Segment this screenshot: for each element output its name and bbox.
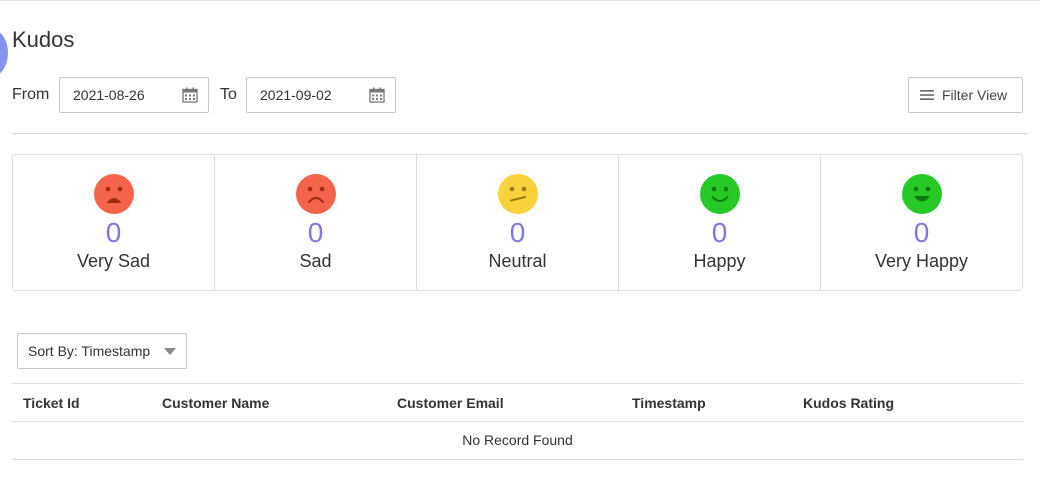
rating-count: 0 bbox=[711, 217, 728, 248]
column-header-ticket-id[interactable]: Ticket Id bbox=[23, 395, 80, 411]
column-header-customer-name[interactable]: Customer Name bbox=[162, 395, 269, 411]
date-filter-row: From 2021-08-26 To 2021-09-02 Filter Vie… bbox=[12, 77, 1023, 113]
rating-count: 0 bbox=[307, 217, 324, 248]
very-sad-face-icon bbox=[93, 174, 134, 214]
page-title: Kudos bbox=[12, 27, 75, 52]
rating-card-very-sad: 0 Very Sad bbox=[13, 155, 214, 290]
calendar-icon[interactable] bbox=[182, 87, 198, 103]
empty-state-message: No Record Found bbox=[462, 432, 573, 448]
rating-card-neutral: 0 Neutral bbox=[416, 155, 618, 290]
rating-count: 0 bbox=[913, 217, 930, 248]
happy-face-icon bbox=[699, 174, 740, 214]
hamburger-icon bbox=[920, 90, 934, 100]
rating-card-happy: 0 Happy bbox=[618, 155, 820, 290]
rating-summary-cards: 0 Very Sad 0 Sad 0 Neutral 0 Happy 0 Ver… bbox=[12, 154, 1023, 291]
top-border bbox=[0, 0, 1040, 1]
filter-view-button[interactable]: Filter View bbox=[908, 77, 1023, 113]
table-header-row: Ticket Id Customer Name Customer Email T… bbox=[12, 383, 1023, 422]
column-header-timestamp[interactable]: Timestamp bbox=[632, 395, 706, 411]
filter-view-label: Filter View bbox=[942, 87, 1008, 103]
sort-by-dropdown[interactable]: Sort By: Timestamp bbox=[17, 333, 187, 369]
side-handle-bubble[interactable] bbox=[0, 30, 8, 76]
to-label: To bbox=[220, 86, 237, 103]
rating-label: Very Sad bbox=[76, 251, 151, 271]
sort-by-label: Sort By: Timestamp bbox=[28, 343, 151, 359]
to-date-input[interactable]: 2021-09-02 bbox=[246, 77, 396, 113]
table-row: No Record Found bbox=[12, 422, 1023, 460]
calendar-icon[interactable] bbox=[369, 87, 385, 103]
rating-label: Very Happy bbox=[874, 251, 969, 271]
rating-card-very-happy: 0 Very Happy bbox=[820, 155, 1022, 290]
from-date-input[interactable]: 2021-08-26 bbox=[59, 77, 209, 113]
from-label: From bbox=[12, 86, 50, 103]
rating-label: Sad bbox=[299, 251, 332, 271]
from-date-value: 2021-08-26 bbox=[73, 87, 145, 103]
rating-label: Happy bbox=[693, 251, 746, 271]
sad-face-icon bbox=[295, 174, 336, 214]
column-header-customer-email[interactable]: Customer Email bbox=[397, 395, 504, 411]
rating-count: 0 bbox=[105, 217, 122, 248]
header-divider bbox=[12, 133, 1028, 134]
kudos-table: Ticket Id Customer Name Customer Email T… bbox=[12, 383, 1023, 460]
rating-card-sad: 0 Sad bbox=[214, 155, 416, 290]
very-happy-face-icon bbox=[901, 174, 942, 214]
column-header-kudos-rating[interactable]: Kudos Rating bbox=[803, 395, 894, 411]
neutral-face-icon bbox=[497, 174, 538, 214]
caret-down-icon bbox=[164, 348, 176, 355]
rating-count: 0 bbox=[509, 217, 526, 248]
to-date-value: 2021-09-02 bbox=[260, 87, 332, 103]
rating-label: Neutral bbox=[488, 251, 547, 271]
